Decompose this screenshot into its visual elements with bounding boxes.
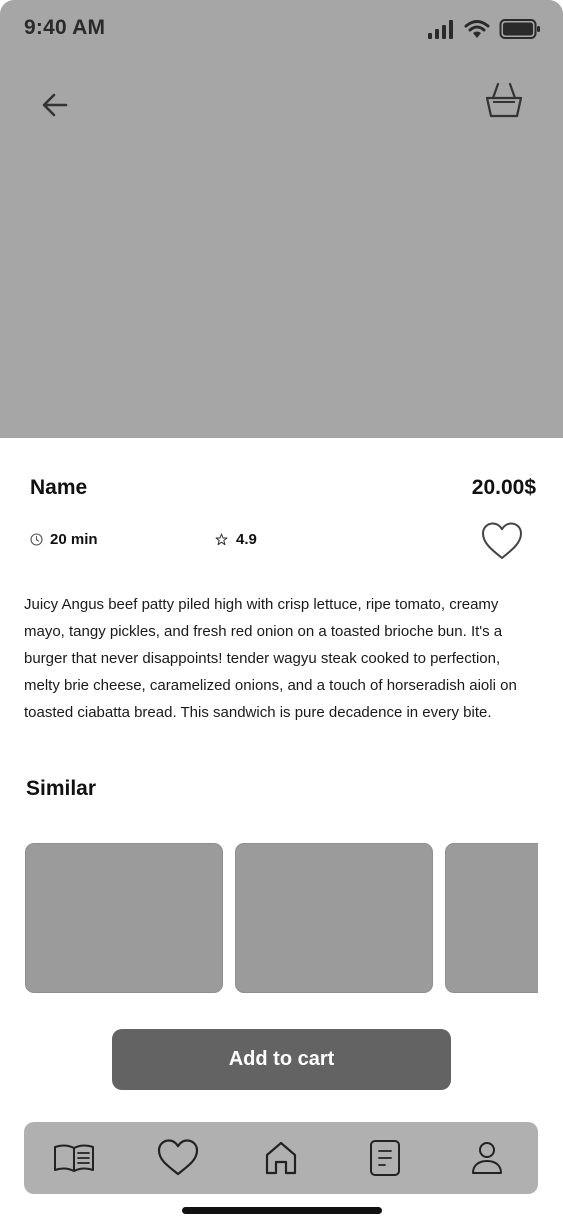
home-indicator — [182, 1207, 382, 1214]
bottom-tab-bar — [24, 1122, 538, 1194]
wifi-icon — [464, 20, 490, 38]
product-detail-screen: 9:40 AM Name 20.00$ 20 min 4.9 Juicy Ang… — [0, 0, 563, 1218]
orders-list-icon — [370, 1140, 400, 1176]
similar-item-card[interactable] — [445, 843, 538, 993]
home-icon — [265, 1141, 297, 1175]
add-to-cart-button[interactable]: Add to cart — [112, 1029, 451, 1090]
prep-time-value: 20 min — [50, 531, 98, 548]
tab-orders[interactable] — [362, 1136, 408, 1180]
product-image: 9:40 AM — [0, 0, 563, 438]
product-name: Name — [30, 476, 88, 499]
tab-home[interactable] — [258, 1136, 304, 1180]
similar-title: Similar — [26, 777, 97, 800]
cellular-signal-icon — [428, 20, 453, 39]
tab-favorites[interactable] — [155, 1136, 201, 1180]
back-button[interactable] — [38, 88, 74, 124]
clock-icon — [30, 533, 43, 546]
menu-book-icon — [54, 1144, 94, 1172]
product-description: Juicy Angus beef patty piled high with c… — [24, 596, 517, 721]
favorite-button[interactable] — [480, 520, 524, 562]
rating: 4.9 — [215, 531, 257, 548]
tab-profile[interactable] — [464, 1136, 510, 1180]
basket-icon — [485, 82, 523, 118]
status-time: 9:40 AM — [24, 16, 106, 39]
cart-button[interactable] — [483, 80, 525, 122]
battery-icon — [499, 19, 540, 39]
star-icon — [215, 533, 228, 546]
similar-carousel[interactable] — [25, 843, 538, 993]
product-price: 20.00$ — [471, 476, 536, 499]
status-icons — [427, 18, 541, 40]
tab-menu[interactable] — [51, 1136, 97, 1180]
similar-item-card[interactable] — [25, 843, 223, 993]
heart-icon — [157, 1139, 199, 1176]
profile-icon — [472, 1142, 502, 1174]
heart-icon — [482, 522, 522, 559]
prep-time: 20 min — [30, 531, 98, 548]
arrow-left-icon — [42, 93, 68, 117]
similar-item-card[interactable] — [235, 843, 433, 993]
rating-value: 4.9 — [236, 531, 257, 548]
